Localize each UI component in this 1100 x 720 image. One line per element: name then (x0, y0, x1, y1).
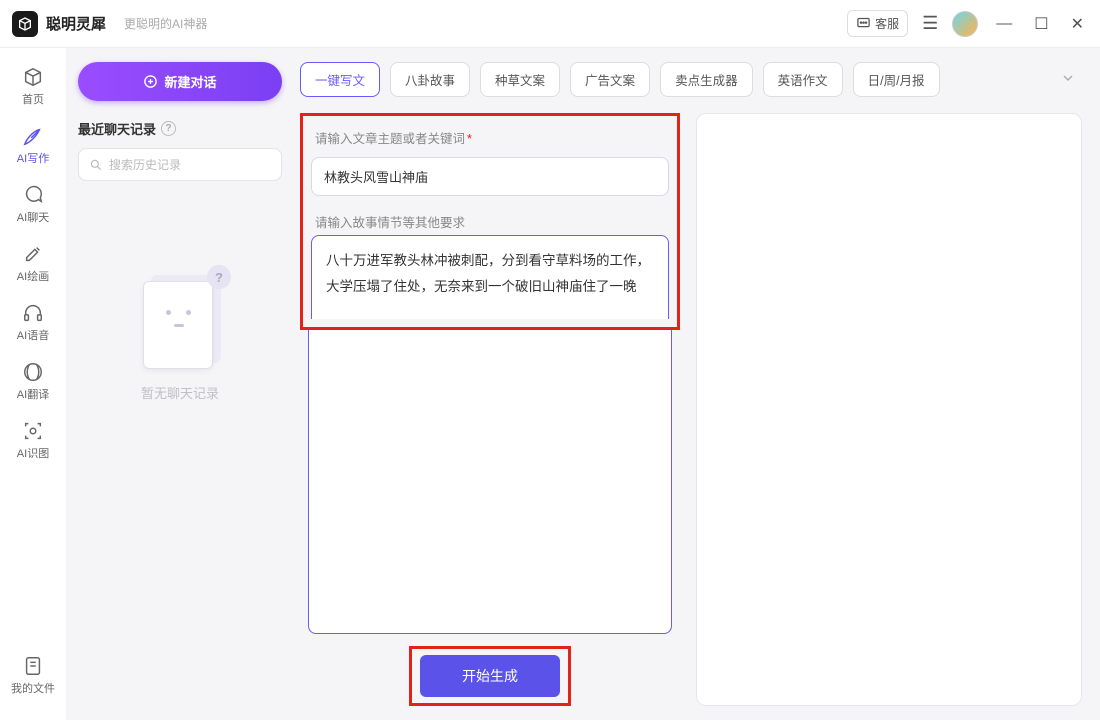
detail-textarea[interactable] (308, 330, 672, 634)
empty-text: 暂无聊天记录 (141, 383, 219, 402)
app-logo-icon (12, 11, 38, 37)
highlight-box-inputs: 请输入文章主题或者关键词* 请输入故事情节等其他要求 八十万进军教头林冲被刺配，… (300, 113, 680, 330)
plus-circle-icon (143, 74, 158, 89)
tab-english-essay[interactable]: 英语作文 (763, 62, 843, 97)
topic-label: 请输入文章主题或者关键词* (315, 128, 669, 147)
headphones-icon (22, 302, 44, 324)
search-icon (89, 158, 103, 172)
topic-input[interactable] (311, 157, 669, 196)
detail-visible-text: 八十万进军教头林冲被刺配，分到看守草料场的工作，大学压塌了住处，无奈来到一个破旧… (311, 235, 669, 319)
sidebar-item-files[interactable]: 我的文件 (6, 649, 60, 702)
tab-gossip-story[interactable]: 八卦故事 (390, 62, 470, 97)
avatar[interactable] (952, 11, 978, 37)
new-chat-label: 新建对话 (164, 72, 216, 91)
sidebar-item-home[interactable]: 首页 (6, 60, 60, 113)
file-icon (22, 655, 44, 677)
support-label: 客服 (875, 15, 899, 32)
detail-label: 请输入故事情节等其他要求 (315, 212, 669, 231)
new-chat-button[interactable]: 新建对话 (78, 62, 282, 101)
chevron-down-icon (1060, 70, 1076, 86)
search-input[interactable]: 搜索历史记录 (78, 148, 282, 181)
minimize-button[interactable]: — (992, 15, 1016, 33)
tab-selling-point[interactable]: 卖点生成器 (660, 62, 753, 97)
menu-icon[interactable]: ☰ (922, 13, 938, 34)
empty-state: ? 暂无聊天记录 (78, 271, 282, 402)
template-tabs: 一键写文 八卦故事 种草文案 广告文案 卖点生成器 英语作文 日/周/月报 (300, 62, 1082, 97)
expand-tabs-button[interactable] (1044, 70, 1082, 89)
sidebar: 首页 AI写作 AI聊天 AI绘画 AI语音 AI翻译 AI识图 我的文件 (0, 48, 66, 720)
sidebar-item-label: AI识图 (17, 445, 49, 461)
brush-icon (22, 243, 44, 265)
form-column: 请输入文章主题或者关键词* 请输入故事情节等其他要求 八十万进军教头林冲被刺配，… (300, 113, 680, 706)
sidebar-item-label: 我的文件 (11, 680, 55, 696)
left-panel: 新建对话 最近聊天记录 ? 搜索历史记录 ? 暂无聊天记录 (66, 48, 294, 720)
highlight-box-generate: 开始生成 (409, 646, 571, 706)
logo-area: 聪明灵犀 更聪明的AI神器 (12, 11, 207, 37)
app-tagline: 更聪明的AI神器 (124, 15, 207, 32)
sidebar-item-chat[interactable]: AI聊天 (6, 178, 60, 231)
header-right: 客服 ☰ — ☐ ✕ (847, 10, 1088, 37)
scan-icon (22, 420, 44, 442)
app-name: 聪明灵犀 (46, 13, 106, 34)
close-button[interactable]: ✕ (1067, 14, 1088, 34)
recent-title-text: 最近聊天记录 (78, 119, 156, 138)
tab-report[interactable]: 日/周/月报 (853, 62, 940, 97)
cube-icon (22, 66, 44, 88)
support-button[interactable]: 客服 (847, 10, 908, 37)
chat-bubble-icon (856, 16, 871, 31)
sidebar-item-label: AI写作 (17, 150, 49, 166)
preview-panel (696, 113, 1082, 706)
generate-button[interactable]: 开始生成 (420, 655, 560, 697)
sidebar-item-label: AI聊天 (17, 209, 49, 225)
quill-icon (22, 125, 44, 147)
sidebar-item-label: 首页 (22, 91, 44, 107)
sidebar-item-label: AI语音 (17, 327, 49, 343)
search-placeholder: 搜索历史记录 (109, 156, 181, 173)
maximize-button[interactable]: ☐ (1030, 14, 1052, 34)
app-header: 聪明灵犀 更聪明的AI神器 客服 ☰ — ☐ ✕ (0, 0, 1100, 48)
chat-icon (22, 184, 44, 206)
translate-icon (22, 361, 44, 383)
tab-ad-copy[interactable]: 广告文案 (570, 62, 650, 97)
question-bubble-icon: ? (207, 265, 231, 289)
empty-illustration: ? (135, 271, 225, 371)
sidebar-item-voice[interactable]: AI语音 (6, 296, 60, 349)
sidebar-item-image[interactable]: AI识图 (6, 414, 60, 467)
sidebar-item-writing[interactable]: AI写作 (6, 119, 60, 172)
tab-seeding-copy[interactable]: 种草文案 (480, 62, 560, 97)
main-content: 一键写文 八卦故事 种草文案 广告文案 卖点生成器 英语作文 日/周/月报 请输… (294, 48, 1100, 720)
tab-one-click-write[interactable]: 一键写文 (300, 62, 380, 97)
help-icon[interactable]: ? (161, 121, 176, 136)
sidebar-item-label: AI绘画 (17, 268, 49, 284)
sidebar-item-label: AI翻译 (17, 386, 49, 402)
sidebar-item-translate[interactable]: AI翻译 (6, 355, 60, 408)
recent-chats-title: 最近聊天记录 ? (78, 119, 282, 138)
sidebar-item-paint[interactable]: AI绘画 (6, 237, 60, 290)
